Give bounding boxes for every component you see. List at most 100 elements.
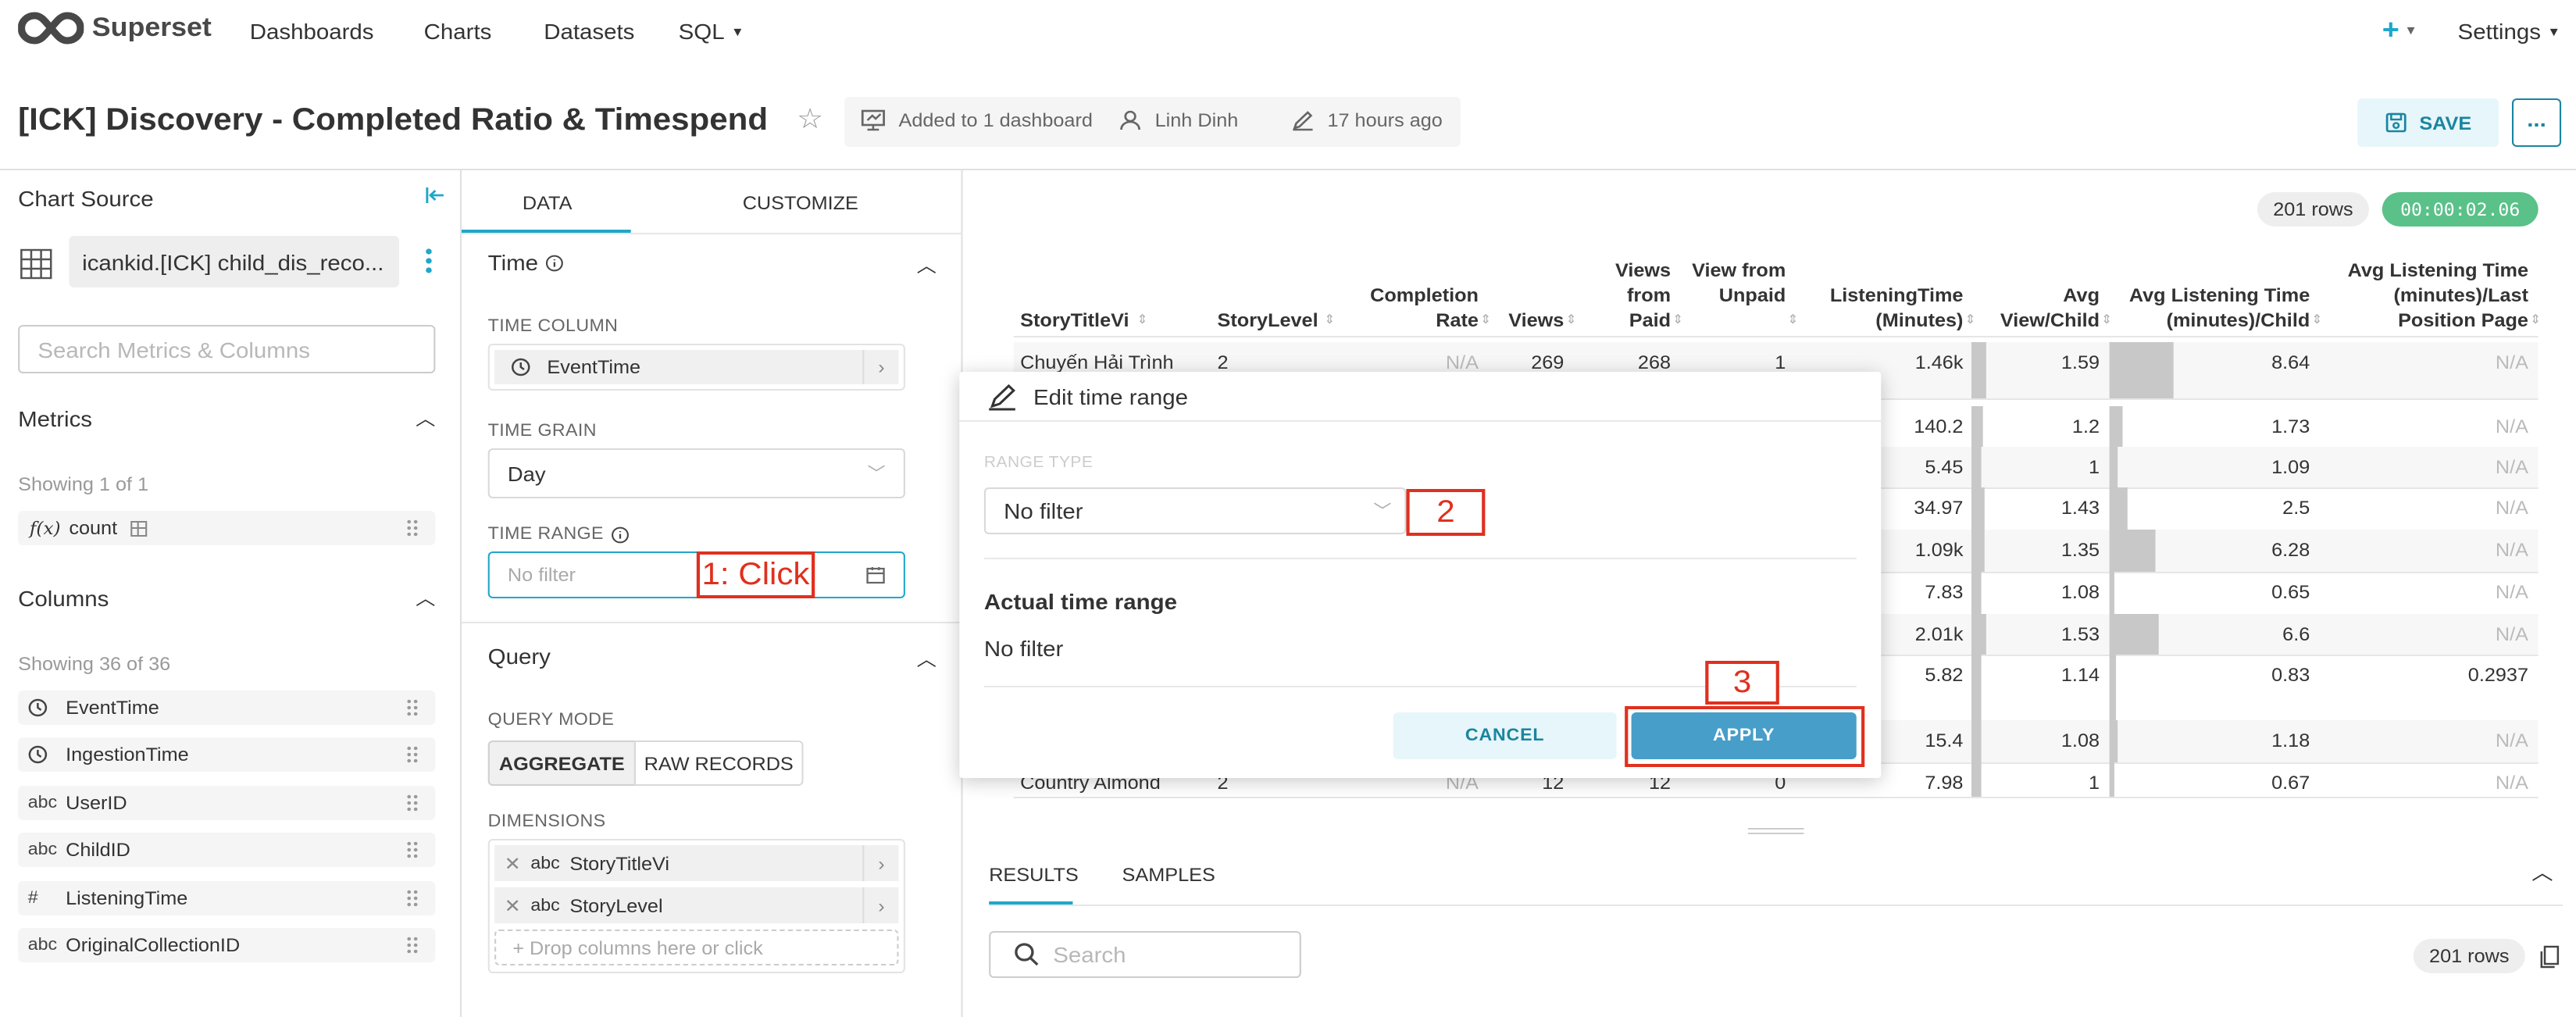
column-item-ingestiontime[interactable]: IngestionTime <box>18 737 436 772</box>
time-column-label: TIME COLUMN <box>487 317 619 336</box>
dashboards-chip[interactable]: Added to 1 dashboard <box>861 109 1093 131</box>
dimension-pill-storytitlevi[interactable]: ✕ abc StoryTitleVi › <box>494 845 899 881</box>
column-header[interactable]: Views from Paid <box>1580 258 1671 333</box>
sort-icon[interactable]: ⇕ <box>1787 312 1798 327</box>
nav-datasets[interactable]: Datasets <box>544 19 634 44</box>
results-search-input[interactable]: Search <box>989 931 1301 978</box>
time-column-select[interactable]: EventTime › <box>487 344 905 391</box>
chevron-up-icon[interactable]: ︿ <box>2531 856 2553 886</box>
chevron-right-icon: › <box>862 887 898 923</box>
cell-bar <box>2109 762 2114 797</box>
drag-handle-icon[interactable] <box>405 519 419 537</box>
apply-button[interactable]: APPLY <box>1631 712 1857 759</box>
chevron-right-icon: › <box>862 845 898 881</box>
annotation-step-1-label: 1: Click <box>701 557 810 591</box>
time-grain-select[interactable]: Day ﹀ <box>487 448 905 498</box>
chevron-up-icon[interactable]: ︿ <box>416 584 435 611</box>
table-cell: 1.53 <box>2060 623 2100 645</box>
column-item-listeningtime[interactable]: # ListeningTime <box>18 881 436 915</box>
sort-icon[interactable]: ⇕ <box>1672 312 1683 327</box>
caret-down-icon: ▼ <box>2404 23 2417 37</box>
superset-logo[interactable]: Superset <box>18 11 212 45</box>
cell-bar <box>1971 447 1981 487</box>
column-header[interactable]: View from Unpaid <box>1687 258 1786 308</box>
column-header[interactable]: StoryLevel <box>1218 308 1333 333</box>
range-type-value: No filter <box>1004 498 1083 523</box>
remove-icon[interactable]: ✕ <box>494 852 530 874</box>
column-header[interactable]: Completion Rate <box>1331 283 1479 333</box>
drag-handle-icon[interactable] <box>405 840 419 859</box>
column-header[interactable]: Avg Listening Time (minutes)/Last Positi… <box>2332 258 2528 333</box>
chevron-up-icon[interactable]: ︿ <box>917 252 937 278</box>
nav-sql[interactable]: SQL ▼ <box>679 19 744 44</box>
string-type-icon: abc <box>27 936 58 955</box>
cancel-button[interactable]: CANCEL <box>1393 712 1617 759</box>
new-menu[interactable]: + ▼ <box>2382 14 2417 47</box>
column-header[interactable]: ListeningTime (Minutes) <box>1799 283 1964 333</box>
copy-icon[interactable] <box>2540 945 2560 969</box>
time-column-pill[interactable]: EventTime › <box>494 350 899 384</box>
pane-resize-handle[interactable] <box>1747 828 1804 834</box>
caret-down-icon: ▼ <box>2547 24 2561 38</box>
drag-handle-icon[interactable] <box>405 794 419 812</box>
column-item-eventtime[interactable]: EventTime <box>18 690 436 725</box>
favorite-star-icon[interactable]: ☆ <box>797 103 823 136</box>
remove-icon[interactable]: ✕ <box>494 894 530 916</box>
column-name: IngestionTime <box>66 744 189 765</box>
dataset-menu-icon[interactable] <box>424 247 434 275</box>
column-name: OriginalCollectionID <box>66 934 241 956</box>
save-button[interactable]: SAVE <box>2357 98 2499 147</box>
settings-menu[interactable]: Settings ▼ <box>2458 19 2560 44</box>
tab-data[interactable]: DATA <box>523 192 573 214</box>
table-cell: 1.35 <box>2060 539 2100 561</box>
nav-dashboards[interactable]: Dashboards <box>250 19 374 44</box>
column-header[interactable]: Avg Listening Time (minutes)/Child <box>2104 283 2310 333</box>
modified-chip[interactable]: 17 hours ago <box>1291 109 1443 131</box>
metric-item[interactable]: f(x) count <box>18 511 436 545</box>
drag-handle-icon[interactable] <box>405 889 419 908</box>
column-item-userid[interactable]: abc UserID <box>18 786 436 820</box>
dimension-pill-storylevel[interactable]: ✕ abc StoryLevel › <box>494 887 899 923</box>
more-options-button[interactable]: ... <box>2511 98 2562 147</box>
tab-samples[interactable]: SAMPLES <box>1122 864 1215 886</box>
cell-bar <box>1971 655 1982 720</box>
query-mode-aggregate[interactable]: AGGREGATE <box>487 740 636 786</box>
drag-handle-icon[interactable] <box>405 698 419 717</box>
range-type-select[interactable]: No filter ﹀ <box>983 487 1407 534</box>
column-item-childid[interactable]: abc ChildID <box>18 833 436 867</box>
column-header[interactable]: Views <box>1482 308 1564 333</box>
collapse-panel-icon[interactable] <box>426 186 445 205</box>
dimension-name: StoryLevel <box>569 894 663 916</box>
calendar-icon <box>866 567 885 584</box>
sort-icon[interactable]: ⇕ <box>1965 312 1976 327</box>
metrics-columns-search-input[interactable]: Search Metrics & Columns <box>18 325 436 373</box>
chart-title[interactable]: [ICK] Discovery - Completed Ratio & Time… <box>18 103 768 139</box>
column-header[interactable]: Avg View/Child <box>1985 283 2100 333</box>
sort-icon[interactable]: ⇕ <box>2530 312 2541 327</box>
drag-handle-icon[interactable] <box>405 936 419 955</box>
chevron-up-icon[interactable]: ︿ <box>917 645 937 672</box>
metrics-title[interactable]: Metrics <box>18 406 92 431</box>
query-mode-raw[interactable]: RAW RECORDS <box>633 740 804 786</box>
query-section-title[interactable]: Query <box>488 644 551 669</box>
column-header[interactable]: StoryTitleVi <box>1020 308 1201 333</box>
chevron-down-icon: ﹀ <box>867 466 886 484</box>
sort-icon[interactable]: ⇕ <box>2311 312 2322 327</box>
chevron-right-icon: › <box>862 350 898 384</box>
owner-chip[interactable]: Linh Dinh <box>1119 109 1238 131</box>
columns-title[interactable]: Columns <box>18 586 109 611</box>
table-cell: 2 <box>1217 351 1229 373</box>
nav-charts[interactable]: Charts <box>424 19 492 44</box>
time-section-header[interactable]: Time <box>488 250 563 275</box>
tab-results[interactable]: RESULTS <box>989 864 1079 886</box>
column-item-originalcollectionid[interactable]: abc OriginalCollectionID <box>18 928 436 962</box>
drag-handle-icon[interactable] <box>405 745 419 764</box>
table-cell: 1.14 <box>2060 664 2100 686</box>
sort-icon[interactable]: ⇕ <box>1565 312 1576 327</box>
sort-icon[interactable]: ⇕ <box>1136 312 1147 327</box>
chart-header: [ICK] Discovery - Completed Ratio & Time… <box>0 62 2576 170</box>
chevron-up-icon[interactable]: ︿ <box>416 405 435 431</box>
tab-customize[interactable]: CUSTOMIZE <box>743 192 858 214</box>
dataset-selector[interactable]: icankid.[ICK] child_dis_reco... <box>69 236 400 287</box>
drop-columns-zone[interactable]: + Drop columns here or click <box>494 930 899 965</box>
